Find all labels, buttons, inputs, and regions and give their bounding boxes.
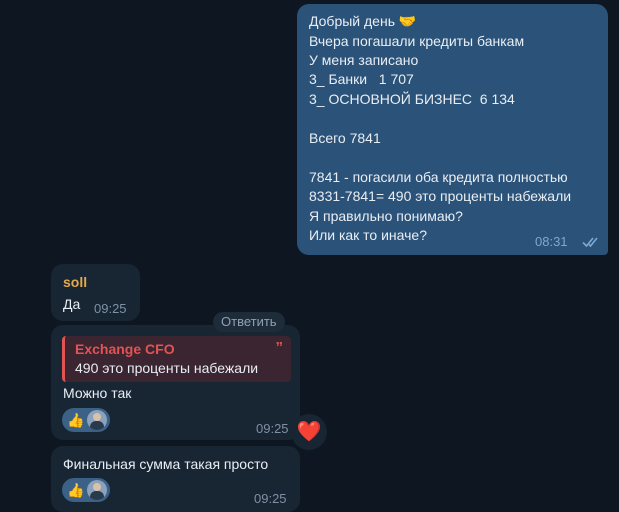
message-line: 8331-7841= 490 это проценты набежали xyxy=(309,188,572,204)
message-time: 09:25 xyxy=(254,491,287,506)
quote-icon: ” xyxy=(275,339,284,356)
user-avatar xyxy=(87,480,107,500)
reply-button[interactable]: Ответить xyxy=(213,312,285,332)
user-avatar xyxy=(87,410,107,430)
reply-quote[interactable]: Exchange CFO 490 это проценты набежали ” xyxy=(62,336,291,382)
message-line: 7841 - погасили оба кредита полностью xyxy=(309,169,568,185)
thumbs-up-icon: 👍 xyxy=(67,482,85,498)
message-line: Или как то иначе? xyxy=(309,227,428,243)
message-time: 09:25 xyxy=(256,421,289,436)
message-line: Вчера погашали кредиты банкам xyxy=(309,33,525,49)
message-line: 3_ ОСНОВНОЙ БИЗНЕС 6 134 xyxy=(309,91,515,107)
reaction-pill[interactable]: 👍 xyxy=(62,408,110,432)
message-text: Можно так xyxy=(63,385,132,401)
message-text: Да xyxy=(63,296,81,312)
message-time: 09:25 xyxy=(94,301,127,316)
chat-area: Добрый день 🤝 Вчера погашали кредиты бан… xyxy=(0,0,619,512)
message-line: Всего 7841 xyxy=(309,130,381,146)
incoming-message[interactable]: soll Да 09:25 xyxy=(51,264,140,321)
message-text: Финальная сумма такая просто xyxy=(63,456,269,472)
heart-reaction-icon[interactable]: ❤️ xyxy=(291,414,327,450)
sender-name[interactable]: soll xyxy=(63,273,87,292)
reaction-pill[interactable]: 👍 xyxy=(62,478,110,502)
double-check-icon xyxy=(582,237,598,248)
message-line: Добрый день 🤝 xyxy=(309,13,417,29)
incoming-message[interactable]: Финальная сумма такая просто 👍 09:25 xyxy=(51,446,300,512)
message-line: Я правильно понимаю? xyxy=(309,208,463,224)
message-time: 08:31 xyxy=(535,234,568,249)
message-line: 3_ Банки 1 707 xyxy=(309,71,414,87)
incoming-message[interactable]: Exchange CFO 490 это проценты набежали ”… xyxy=(51,325,300,440)
message-line: У меня записано xyxy=(309,52,419,68)
outgoing-message[interactable]: Добрый день 🤝 Вчера погашали кредиты бан… xyxy=(297,4,608,255)
thumbs-up-icon: 👍 xyxy=(67,412,85,428)
quote-author: Exchange CFO xyxy=(75,341,175,357)
quote-text: 490 это проценты набежали xyxy=(75,360,259,376)
